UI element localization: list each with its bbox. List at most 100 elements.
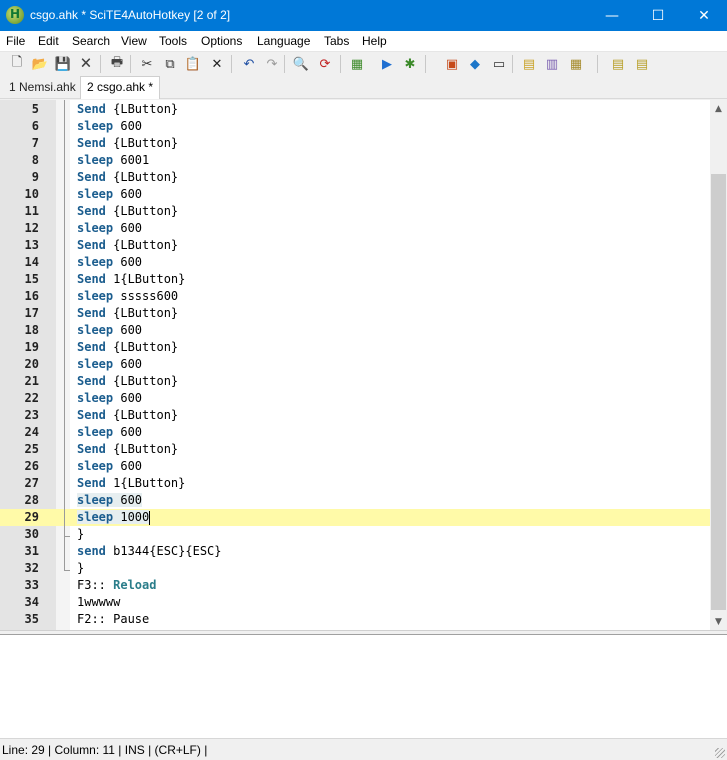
code-line[interactable]: 10 sleep 600 — [0, 186, 710, 203]
window-icon[interactable]: ▭ — [490, 55, 508, 73]
minimize-button[interactable]: — — [589, 0, 635, 31]
close-file-icon[interactable]: 🗙 — [77, 55, 95, 73]
scite-app-icon[interactable]: H — [6, 6, 24, 24]
script-edit-icon[interactable]: ▥ — [543, 55, 561, 73]
code-line[interactable]: 21 Send {LButton} — [0, 373, 710, 390]
code-token: 600 — [113, 221, 143, 235]
script-icon[interactable]: ▤ — [520, 55, 538, 73]
menu-edit[interactable]: Edit — [38, 34, 59, 48]
open-folder-icon[interactable]: 📂 — [31, 55, 49, 73]
tab-csgo[interactable]: 2 csgo.ahk * — [80, 76, 161, 99]
code-line[interactable]: 23 Send {LButton} — [0, 407, 710, 424]
status-text: Line: 29 | Column: 11 | INS | (CR+LF) | — [2, 743, 208, 757]
keyword-token: sleep — [77, 119, 114, 133]
menu-language[interactable]: Language — [257, 34, 310, 48]
delete-icon[interactable]: ✕ — [208, 55, 226, 73]
new-file-icon[interactable]: 🗋 — [8, 55, 26, 73]
find-icon[interactable]: 🔍 — [292, 55, 310, 73]
code-token: {LButton} — [105, 340, 179, 354]
code-line[interactable]: 8 sleep 6001 — [0, 152, 710, 169]
undo-icon[interactable]: ↶ — [240, 55, 258, 73]
copy-icon[interactable]: ⧉ — [161, 55, 179, 73]
code-line[interactable]: 17 Send {LButton} — [0, 305, 710, 322]
scroll-down-icon[interactable]: ▼ — [710, 613, 727, 630]
scrollbar-thumb[interactable] — [711, 174, 726, 610]
code-text: Send {LButton} — [77, 339, 178, 356]
code-line[interactable]: 18 sleep 600 — [0, 322, 710, 339]
code-line[interactable]: 6 sleep 600 — [0, 118, 710, 135]
line-number: 10 — [24, 187, 39, 201]
keyword-token: Send — [77, 340, 106, 354]
code-text: Send {LButton} — [77, 407, 178, 424]
line-number: 31 — [24, 544, 39, 558]
code-line[interactable]: 27 Send 1{LButton} — [0, 475, 710, 492]
notes-edit-icon[interactable]: ▤ — [633, 55, 651, 73]
menu-tabs[interactable]: Tabs — [324, 34, 349, 48]
keyword-token: sleep — [77, 221, 114, 235]
code-line[interactable]: 7 Send {LButton} — [0, 135, 710, 152]
save-icon[interactable]: 💾 — [54, 55, 72, 73]
code-line[interactable]: 31 send b1344{ESC}{ESC} — [0, 543, 710, 560]
window-title: csgo.ahk * SciTE4AutoHotkey [2 of 2] — [30, 8, 231, 22]
print-icon[interactable]: 🖶 — [108, 55, 126, 73]
menu-help[interactable]: Help — [362, 34, 387, 48]
redo-icon[interactable]: ↷ — [263, 55, 281, 73]
cube-icon[interactable]: ◆ — [466, 55, 484, 73]
debug-icon[interactable]: ✱ — [401, 55, 419, 73]
code-line[interactable]: 12 sleep 600 — [0, 220, 710, 237]
run-icon[interactable]: ▶ — [378, 55, 396, 73]
keyword-token: sleep — [77, 425, 114, 439]
code-line[interactable]: 22 sleep 600 — [0, 390, 710, 407]
menu-file[interactable]: File — [6, 34, 25, 48]
cut-icon[interactable]: ✂ — [138, 55, 156, 73]
line-number: 32 — [24, 561, 39, 575]
resize-grip-icon[interactable] — [715, 748, 725, 758]
code-line[interactable]: 9 Send {LButton} — [0, 169, 710, 186]
output-pane[interactable] — [0, 635, 727, 738]
code-line[interactable]: 34 1wwwww — [0, 594, 710, 611]
menu-options[interactable]: Options — [201, 34, 242, 48]
compile-icon[interactable]: ▦ — [348, 55, 366, 73]
toolbar-separator — [425, 55, 426, 73]
code-line[interactable]: 33 F3:: Reload — [0, 577, 710, 594]
code-line[interactable]: 30} — [0, 526, 710, 543]
code-line[interactable]: 25 Send {LButton} — [0, 441, 710, 458]
code-line[interactable]: 13 Send {LButton} — [0, 237, 710, 254]
script-settings-icon[interactable]: ▦ — [567, 55, 585, 73]
code-line[interactable]: 16 sleep sssss600 — [0, 288, 710, 305]
close-button[interactable]: ✕ — [681, 0, 727, 31]
properties-icon[interactable]: ▣ — [443, 55, 461, 73]
code-line[interactable]: 28 sleep 600 — [0, 492, 710, 509]
menu-search[interactable]: Search — [72, 34, 110, 48]
keyword-token: send — [77, 544, 106, 558]
code-line[interactable]: 32} — [0, 560, 710, 577]
code-line[interactable]: 35 F2:: Pause — [0, 611, 710, 628]
code-token: 600 — [113, 187, 143, 201]
code-line[interactable]: 20 sleep 600 — [0, 356, 710, 373]
vertical-scrollbar[interactable]: ▲ ▼ — [710, 100, 727, 630]
code-line[interactable]: 14 sleep 600 — [0, 254, 710, 271]
code-line[interactable]: 5 Send {LButton} — [0, 101, 710, 118]
line-number: 34 — [24, 595, 39, 609]
code-line[interactable]: 26 sleep 600 — [0, 458, 710, 475]
toolbar-separator — [284, 55, 285, 73]
code-line[interactable]: 15 Send 1{LButton} — [0, 271, 710, 288]
code-line[interactable]: 19 Send {LButton} — [0, 339, 710, 356]
code-line[interactable]: 29 sleep 1000 — [0, 509, 710, 526]
code-line[interactable]: 24 sleep 600 — [0, 424, 710, 441]
line-number: 20 — [24, 357, 39, 371]
replace-icon[interactable]: ⟳ — [316, 55, 334, 73]
tab-nemsi[interactable]: 1 Nemsi.ahk — [3, 78, 82, 97]
line-number: 23 — [24, 408, 39, 422]
line-number: 18 — [24, 323, 39, 337]
maximize-button[interactable]: ☐ — [635, 0, 681, 31]
code-editor[interactable]: 5 Send {LButton} 6 sleep 600 7 Send {LButton}… — [0, 100, 710, 630]
scroll-up-icon[interactable]: ▲ — [710, 100, 727, 117]
line-number: 5 — [31, 102, 39, 116]
menu-tools[interactable]: Tools — [159, 34, 187, 48]
line-number: 22 — [24, 391, 39, 405]
paste-icon[interactable]: 📋 — [184, 55, 202, 73]
notes-icon[interactable]: ▤ — [609, 55, 627, 73]
menu-view[interactable]: View — [121, 34, 147, 48]
code-line[interactable]: 11 Send {LButton} — [0, 203, 710, 220]
